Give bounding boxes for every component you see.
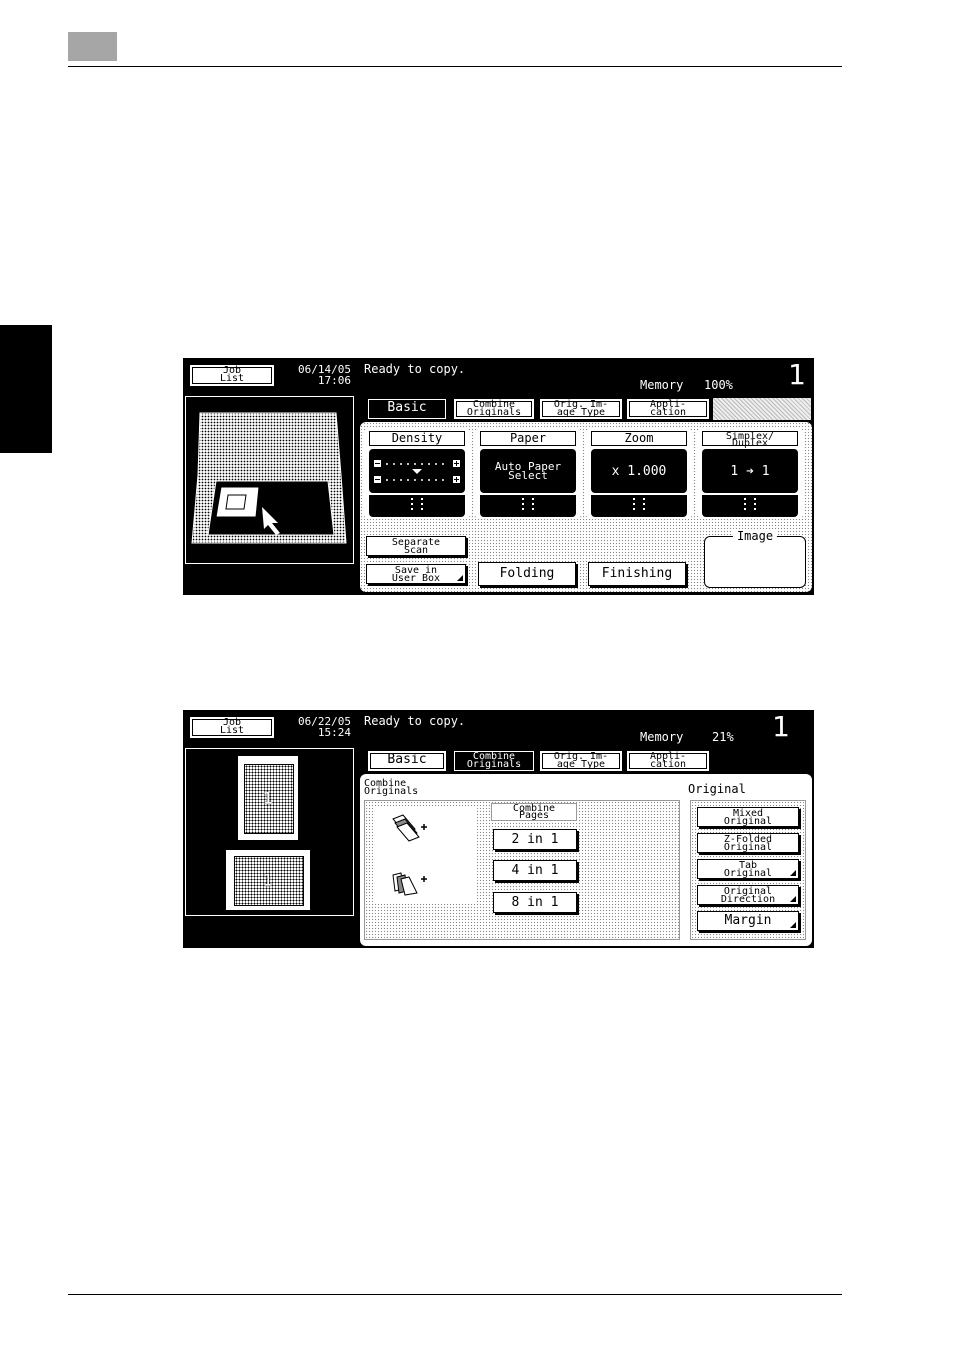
duplex-function[interactable]: Simplex/ Duplex 1 ➔ 1 xyxy=(697,428,803,519)
combine-content-area: Combine Originals Combine Pages 2 in 1 4… xyxy=(360,774,812,946)
left-column: Job List 06/22/05 15:24 1 1 xyxy=(183,710,358,948)
paper-label: Paper xyxy=(480,431,576,446)
duplex-value[interactable]: 1 ➔ 1 xyxy=(702,449,798,493)
basic-content-area: Density Paper Auto Paper Select Zoom x 1… xyxy=(360,422,812,592)
tab-original-image-type[interactable]: Orig. Im- age Type xyxy=(539,398,623,420)
tab-basic[interactable]: Basic xyxy=(367,750,447,772)
chapter-side-tab xyxy=(0,325,52,453)
duplex-grip xyxy=(702,495,798,517)
memory-label: Memory xyxy=(640,730,684,744)
tab-strip-fill xyxy=(713,398,811,420)
header-chapter-box xyxy=(68,32,117,61)
copier-screen-basic: Job List 06/14/05 17:06 Ready to copy. M… xyxy=(183,358,814,595)
two-in-one-button[interactable]: 2 in 1 xyxy=(493,829,577,850)
tab-original-image-type[interactable]: Orig. Im- age Type xyxy=(539,750,623,772)
copy-count: 1 xyxy=(772,710,790,743)
zoom-grip xyxy=(591,495,687,517)
eight-in-one-button[interactable]: 8 in 1 xyxy=(493,892,577,913)
date-time: 06/22/05 15:24 xyxy=(279,716,351,738)
tab-original-button[interactable]: Tab Original xyxy=(697,859,799,879)
job-list-button[interactable]: Job List xyxy=(190,717,274,738)
mixed-original-button[interactable]: Mixed Original xyxy=(697,807,799,827)
original-options-panel: Mixed Original Z-Folded Original Tab Ori… xyxy=(690,800,806,940)
image-frame: Image xyxy=(704,529,806,588)
zoom-label: Zoom xyxy=(591,431,687,446)
tab-combine-originals[interactable]: Combine Originals xyxy=(453,398,535,420)
landscape-page-preview: 1 xyxy=(225,849,311,911)
date-time: 06/14/05 17:06 xyxy=(279,364,351,386)
original-heading: Original xyxy=(688,782,746,796)
combine-icons-area xyxy=(373,807,477,903)
combine-pages-icon xyxy=(392,814,427,896)
portrait-page-preview: 1 xyxy=(237,755,299,841)
zoom-function[interactable]: Zoom x 1.000 xyxy=(586,428,692,519)
zoom-value[interactable]: x 1.000 xyxy=(591,449,687,493)
density-function[interactable]: Density xyxy=(364,428,470,519)
scanner-glass-illustration xyxy=(191,412,347,544)
memory-value: 100% xyxy=(704,378,733,392)
combine-preview: 1 1 xyxy=(185,748,354,916)
paper-value[interactable]: Auto Paper Select xyxy=(480,449,576,493)
combine-originals-heading: Combine Originals xyxy=(364,778,419,797)
original-placement-preview xyxy=(185,396,354,564)
copy-count: 1 xyxy=(788,358,806,391)
status-message: Ready to copy. xyxy=(364,362,466,376)
tab-basic[interactable]: Basic xyxy=(367,398,447,420)
tab-application[interactable]: Appli- cation xyxy=(626,750,710,772)
folding-button[interactable]: Folding xyxy=(478,562,576,586)
original-direction-button[interactable]: Original Direction xyxy=(697,885,799,905)
finishing-button[interactable]: Finishing xyxy=(588,562,686,586)
density-slider-icon xyxy=(374,460,460,483)
landscape-page-number: 1 xyxy=(262,870,274,890)
combine-pages-heading: Combine Pages xyxy=(491,803,577,821)
density-grip xyxy=(369,495,465,517)
memory-label: Memory xyxy=(640,378,684,392)
separate-scan-button[interactable]: Separate Scan xyxy=(366,536,466,556)
time-text: 17:06 xyxy=(317,374,351,387)
four-in-one-button[interactable]: 4 in 1 xyxy=(493,860,577,881)
footer-rule xyxy=(68,1294,842,1295)
density-label: Density xyxy=(369,431,465,446)
z-folded-original-button[interactable]: Z-Folded Original xyxy=(697,833,799,853)
header-rule xyxy=(68,66,842,67)
combine-options-panel: Combine Pages 2 in 1 4 in 1 8 in 1 xyxy=(364,800,680,940)
paper-grip xyxy=(480,495,576,517)
memory-value: 21% xyxy=(712,730,734,744)
tab-application[interactable]: Appli- cation xyxy=(626,398,710,420)
copier-screen-combine: Job List 06/22/05 15:24 1 1 Ready to cop… xyxy=(183,710,814,948)
status-message: Ready to copy. xyxy=(364,714,466,728)
save-in-user-box-button[interactable]: Save in User Box xyxy=(366,564,466,584)
margin-button[interactable]: Margin xyxy=(697,911,799,931)
portrait-page-number: 1 xyxy=(262,788,274,808)
image-label: Image xyxy=(732,529,778,543)
density-scale[interactable] xyxy=(369,449,465,493)
time-text: 15:24 xyxy=(317,726,351,739)
left-column: Job List 06/14/05 17:06 xyxy=(183,358,358,595)
tab-combine-originals[interactable]: Combine Originals xyxy=(453,750,535,772)
job-list-button[interactable]: Job List xyxy=(190,365,274,386)
duplex-label: Simplex/ Duplex xyxy=(702,431,798,449)
paper-function[interactable]: Paper Auto Paper Select xyxy=(475,428,581,519)
